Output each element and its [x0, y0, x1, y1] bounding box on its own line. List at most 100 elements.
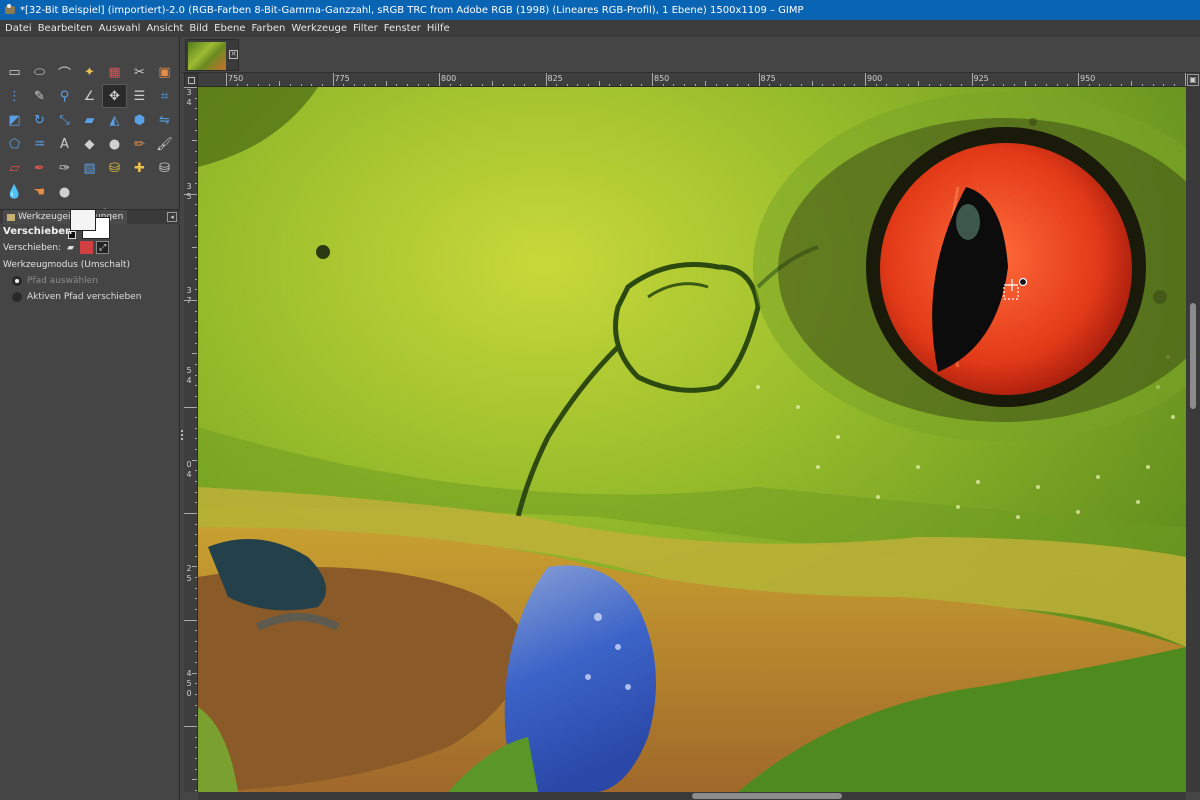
mypaint-brush-icon: ▧: [83, 160, 96, 176]
ruler-minor-tick: [184, 513, 197, 514]
menu-datei[interactable]: Datei: [2, 23, 35, 34]
image-tab[interactable]: ✕: [185, 39, 239, 71]
crop-tool-button[interactable]: ⌗: [152, 84, 177, 108]
tool-row: ⋮ ✎ ⚲ ∠ ✥ ☰ ⌗: [2, 84, 178, 108]
vertical-ruler[interactable]: 343537540425450: [184, 87, 198, 792]
measure-tool-button[interactable]: ∠: [77, 84, 102, 108]
vertical-scroll-thumb[interactable]: [1190, 303, 1196, 409]
ruler-label: 3: [186, 286, 192, 295]
window-title: *[32-Bit Beispiel] (importiert)-2.0 (RGB…: [20, 4, 804, 16]
tool-row: 💧 ☚ ●: [2, 180, 178, 204]
gradient-tool-button[interactable]: ●: [102, 132, 127, 156]
ruler-minor-tick: [184, 193, 197, 195]
rotate-icon: ↻: [34, 112, 45, 128]
free-select-tool-button[interactable]: ⌒: [52, 60, 77, 84]
scissors-select-tool-button[interactable]: ✂: [127, 60, 152, 84]
unified-transform-tool-button[interactable]: ◩: [2, 108, 27, 132]
free-select-icon: ⌒: [57, 66, 71, 82]
menu-werkzeuge[interactable]: Werkzeuge: [288, 23, 350, 34]
tool-row: ▱ ✒ ✑ ▧ ⛁ ✚ ⛁: [2, 156, 178, 180]
menu-farben[interactable]: Farben: [248, 23, 288, 34]
vertical-scrollbar[interactable]: ▣: [1186, 73, 1200, 792]
menu-auswahl[interactable]: Auswahl: [96, 23, 144, 34]
rotate-tool-button[interactable]: ↻: [27, 108, 52, 132]
eraser-icon: ▱: [9, 160, 20, 176]
select-by-color-icon: ▦: [108, 64, 121, 80]
align-tool-button[interactable]: ☰: [127, 84, 152, 108]
eraser-tool-button[interactable]: ▱: [2, 156, 27, 180]
measure-icon: ∠: [83, 88, 96, 104]
airbrush-icon: ✒: [34, 160, 45, 176]
dodge-burn-tool-button[interactable]: ●: [52, 180, 77, 204]
tool-grid: ▭ ⬭ ⌒ ✦ ▦ ✂ ▣ ⋮ ✎ ⚲ ∠ ✥ ☰ ⌗ ◩ ↻ ⤡ ▰ ◭ ⬢ ⇋ ⬠ ♒ A ◆ ● ✏ 🖌 ▱ ✒ ✑ ▧ ⛁ ✚ ⛁ 💧 ☚ ●: [2, 60, 178, 204]
radio-pick-path-button[interactable]: [12, 276, 22, 286]
tool-row: ⬠ ♒ A ◆ ● ✏ 🖌: [2, 132, 178, 156]
paths-tool-button[interactable]: ⋮: [2, 84, 27, 108]
ellipse-select-icon: ⬭: [33, 64, 46, 80]
bucket-fill-tool-button[interactable]: ◆: [77, 132, 102, 156]
shear-tool-button[interactable]: ▰: [77, 108, 102, 132]
menu-fenster[interactable]: Fenster: [381, 23, 424, 34]
pencil-tool-button[interactable]: ✏: [127, 132, 152, 156]
move-tool-button[interactable]: ✥: [102, 84, 127, 108]
text-tool-button[interactable]: A: [52, 132, 77, 156]
move-selection-icon[interactable]: [80, 241, 94, 254]
flip-icon: ⇋: [159, 112, 170, 128]
color-picker-tool-button[interactable]: ✎: [27, 84, 52, 108]
ruler-label: 900: [867, 74, 883, 83]
frog-image: [198, 87, 1186, 792]
menu-bearbeiten[interactable]: Bearbeiten: [35, 23, 96, 34]
ruler-label: 4: [186, 98, 192, 107]
ruler-major-tick: [332, 73, 334, 86]
menu-bar: Datei Bearbeiten Auswahl Ansicht Bild Ebene Fa…: [0, 20, 1200, 37]
radio-pick-path-label: Pfad auswählen: [27, 276, 98, 286]
scale-tool-button[interactable]: ⤡: [52, 108, 77, 132]
radio-move-active-path[interactable]: Aktiven Pfad verschieben: [0, 289, 180, 305]
dodge-burn-icon: ●: [58, 184, 71, 200]
ruler-corner-button[interactable]: [184, 73, 198, 87]
ink-tool-button[interactable]: ✑: [52, 156, 77, 180]
airbrush-tool-button[interactable]: ✒: [27, 156, 52, 180]
menu-ansicht[interactable]: Ansicht: [143, 23, 186, 34]
select-by-color-tool-button[interactable]: ▦: [102, 60, 127, 84]
foreground-color-swatch[interactable]: [70, 209, 96, 231]
perspective-clone-tool-button[interactable]: ⛁: [152, 156, 177, 180]
image-thumbnail[interactable]: [188, 42, 226, 70]
paintbrush-tool-button[interactable]: 🖌: [152, 132, 177, 156]
perspective-icon: ◭: [109, 112, 120, 128]
smudge-tool-button[interactable]: ☚: [27, 180, 52, 204]
blur-sharpen-tool-button[interactable]: 💧: [2, 180, 27, 204]
cage-transform-tool-button[interactable]: ⬠: [2, 132, 27, 156]
rect-select-tool-button[interactable]: ▭: [2, 60, 27, 84]
mypaint-brush-tool-button[interactable]: ▧: [77, 156, 102, 180]
warp-transform-tool-button[interactable]: ♒: [27, 132, 52, 156]
ruler-major-tick: [226, 73, 227, 86]
image-canvas[interactable]: [198, 87, 1186, 792]
ellipse-select-tool-button[interactable]: ⬭: [27, 60, 52, 84]
radio-pick-path[interactable]: Pfad auswählen: [0, 273, 180, 289]
navigate-icon[interactable]: ▣: [1187, 74, 1199, 86]
clone-tool-button[interactable]: ⛁: [102, 156, 127, 180]
foreground-select-tool-button[interactable]: ▣: [152, 60, 177, 84]
menu-ebene[interactable]: Ebene: [211, 23, 248, 34]
menu-filter[interactable]: Filter: [350, 23, 381, 34]
fuzzy-select-tool-button[interactable]: ✦: [77, 60, 102, 84]
move-layer-icon[interactable]: ▰: [64, 241, 77, 254]
radio-move-active-path-button[interactable]: [12, 292, 22, 302]
menu-bild[interactable]: Bild: [186, 23, 211, 34]
menu-hilfe[interactable]: Hilfe: [424, 23, 453, 34]
text-icon: A: [60, 136, 69, 152]
perspective-tool-button[interactable]: ◭: [102, 108, 127, 132]
horizontal-scroll-thumb[interactable]: [692, 793, 842, 799]
close-icon[interactable]: ✕: [229, 50, 238, 59]
dock-menu-button[interactable]: ◂: [167, 212, 177, 222]
3d-transform-tool-button[interactable]: ⬢: [127, 108, 152, 132]
ruler-label: 950: [1080, 74, 1096, 83]
heal-tool-button[interactable]: ✚: [127, 156, 152, 180]
horizontal-ruler[interactable]: 750775800825850875900925950975: [198, 73, 1186, 87]
zoom-icon: ⚲: [59, 88, 70, 104]
horizontal-scrollbar[interactable]: [198, 792, 1186, 800]
flip-tool-button[interactable]: ⇋: [152, 108, 177, 132]
zoom-tool-button[interactable]: ⚲: [52, 84, 77, 108]
move-path-icon[interactable]: ⤢: [96, 241, 110, 254]
